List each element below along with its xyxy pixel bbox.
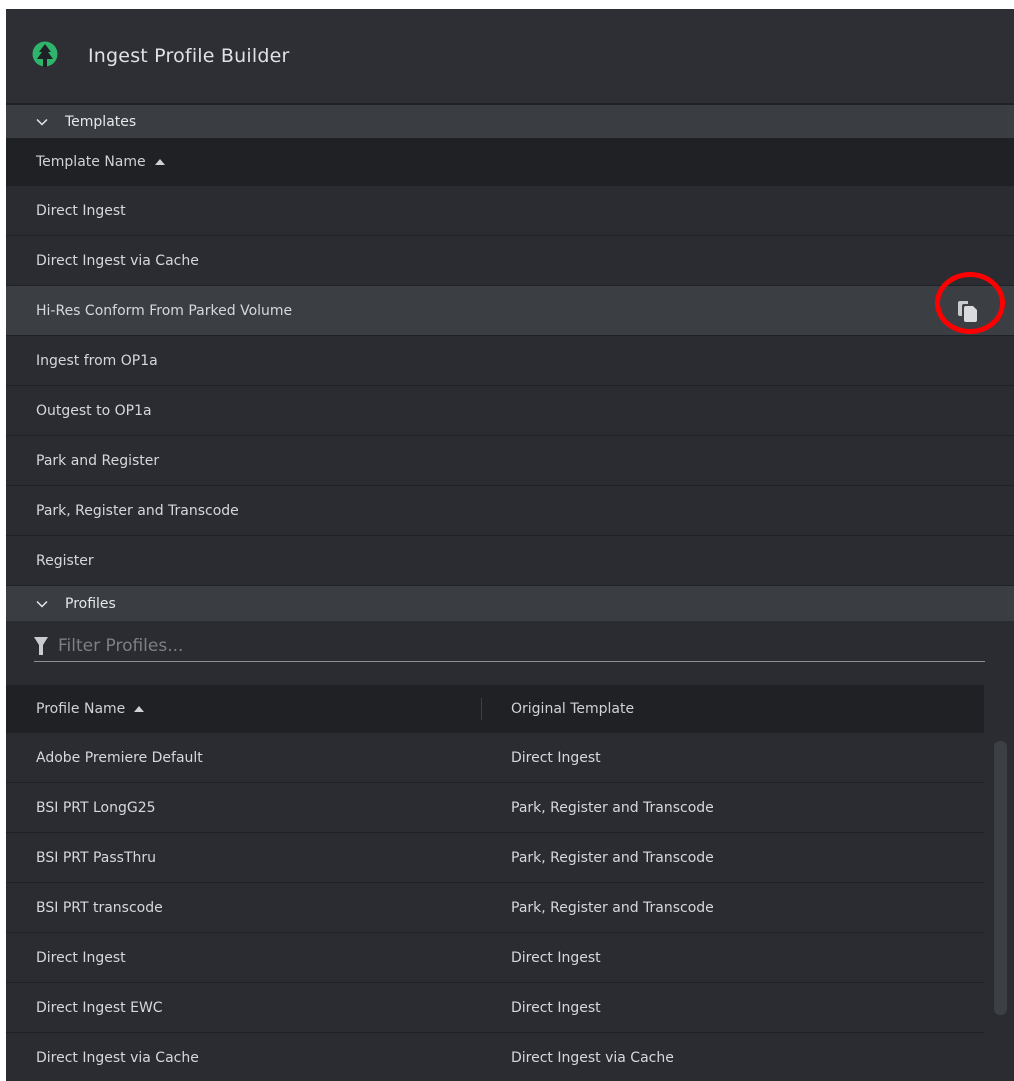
- profile-original-template: Park, Register and Transcode: [511, 849, 714, 866]
- template-name: Direct Ingest via Cache: [36, 252, 199, 269]
- duplicate-template-button[interactable]: [955, 298, 981, 324]
- ingest-profile-builder-app: Ingest Profile Builder Templates Templat…: [6, 9, 1014, 1081]
- profile-row[interactable]: Direct Ingest Direct Ingest: [6, 933, 984, 983]
- profile-original-template: Park, Register and Transcode: [511, 799, 714, 816]
- profile-name: Direct Ingest EWC: [36, 999, 163, 1016]
- profile-row[interactable]: Direct Ingest via Cache Direct Ingest vi…: [6, 1033, 984, 1081]
- template-name: Register: [36, 552, 94, 569]
- template-row[interactable]: Outgest to OP1a: [6, 386, 1014, 436]
- template-row[interactable]: Ingest from OP1a: [6, 336, 1014, 386]
- profile-name-column-header[interactable]: Profile Name: [6, 685, 481, 733]
- template-row[interactable]: Park, Register and Transcode: [6, 486, 1014, 536]
- sort-ascending-icon: [134, 706, 145, 712]
- profile-filter-area: [6, 621, 1014, 685]
- templates-list: Direct Ingest Direct Ingest via Cache Hi…: [6, 186, 1014, 586]
- profile-name: Adobe Premiere Default: [36, 749, 203, 766]
- templates-section-label: Templates: [65, 113, 137, 130]
- template-name: Park and Register: [36, 452, 160, 469]
- template-row-selected[interactable]: Hi-Res Conform From Parked Volume: [6, 286, 1014, 336]
- profile-name: Direct Ingest: [36, 949, 126, 966]
- profile-original-template: Direct Ingest: [511, 999, 601, 1016]
- profile-name: BSI PRT LongG25: [36, 799, 156, 816]
- tree-icon: [32, 41, 58, 67]
- template-name: Hi-Res Conform From Parked Volume: [36, 302, 293, 319]
- template-row[interactable]: Park and Register: [6, 436, 1014, 486]
- profile-name: BSI PRT PassThru: [36, 849, 157, 866]
- template-name: Direct Ingest: [36, 202, 126, 219]
- profiles-section-label: Profiles: [65, 595, 116, 612]
- profile-original-template: Direct Ingest: [511, 949, 601, 966]
- template-name: Park, Register and Transcode: [36, 502, 239, 519]
- profile-name: Direct Ingest via Cache: [36, 1049, 199, 1066]
- profile-row[interactable]: Direct Ingest EWC Direct Ingest: [6, 983, 984, 1033]
- profiles-section-toggle[interactable]: Profiles: [6, 586, 1014, 621]
- profile-original-template: Park, Register and Transcode: [511, 899, 714, 916]
- profile-original-template: Direct Ingest via Cache: [511, 1049, 674, 1066]
- templates-section-toggle[interactable]: Templates: [6, 105, 1014, 138]
- template-row[interactable]: Register: [6, 536, 1014, 586]
- profiles-list: Adobe Premiere Default Direct Ingest BSI…: [6, 733, 1014, 1081]
- profile-row[interactable]: BSI PRT transcode Park, Register and Tra…: [6, 883, 984, 933]
- profile-name: BSI PRT transcode: [36, 899, 163, 916]
- template-name-column-header[interactable]: Template Name: [6, 138, 1014, 186]
- template-name: Outgest to OP1a: [36, 402, 152, 419]
- filter-profiles-input[interactable]: [58, 636, 938, 656]
- filter-icon: [34, 637, 48, 655]
- profile-row[interactable]: Adobe Premiere Default Direct Ingest: [6, 733, 984, 783]
- template-name: Ingest from OP1a: [36, 352, 158, 369]
- original-template-column-header[interactable]: Original Template: [482, 685, 634, 733]
- profile-original-template: Direct Ingest: [511, 749, 601, 766]
- chevron-down-icon: [36, 600, 48, 608]
- app-header: Ingest Profile Builder: [6, 9, 1014, 105]
- sort-ascending-icon: [154, 159, 165, 165]
- profiles-column-header: Profile Name Original Template: [6, 685, 984, 733]
- profile-row[interactable]: BSI PRT PassThru Park, Register and Tran…: [6, 833, 984, 883]
- template-row[interactable]: Direct Ingest: [6, 186, 1014, 236]
- original-template-header-label: Original Template: [511, 701, 635, 717]
- profile-filter-field: [34, 631, 985, 662]
- copy-icon: [958, 300, 977, 322]
- profiles-scrollbar[interactable]: [994, 741, 1007, 1015]
- template-name-header-label: Template Name: [36, 154, 146, 170]
- template-row[interactable]: Direct Ingest via Cache: [6, 236, 1014, 286]
- profile-row[interactable]: BSI PRT LongG25 Park, Register and Trans…: [6, 783, 984, 833]
- profile-name-header-label: Profile Name: [36, 701, 126, 717]
- app-title: Ingest Profile Builder: [88, 45, 290, 67]
- chevron-down-icon: [36, 118, 48, 126]
